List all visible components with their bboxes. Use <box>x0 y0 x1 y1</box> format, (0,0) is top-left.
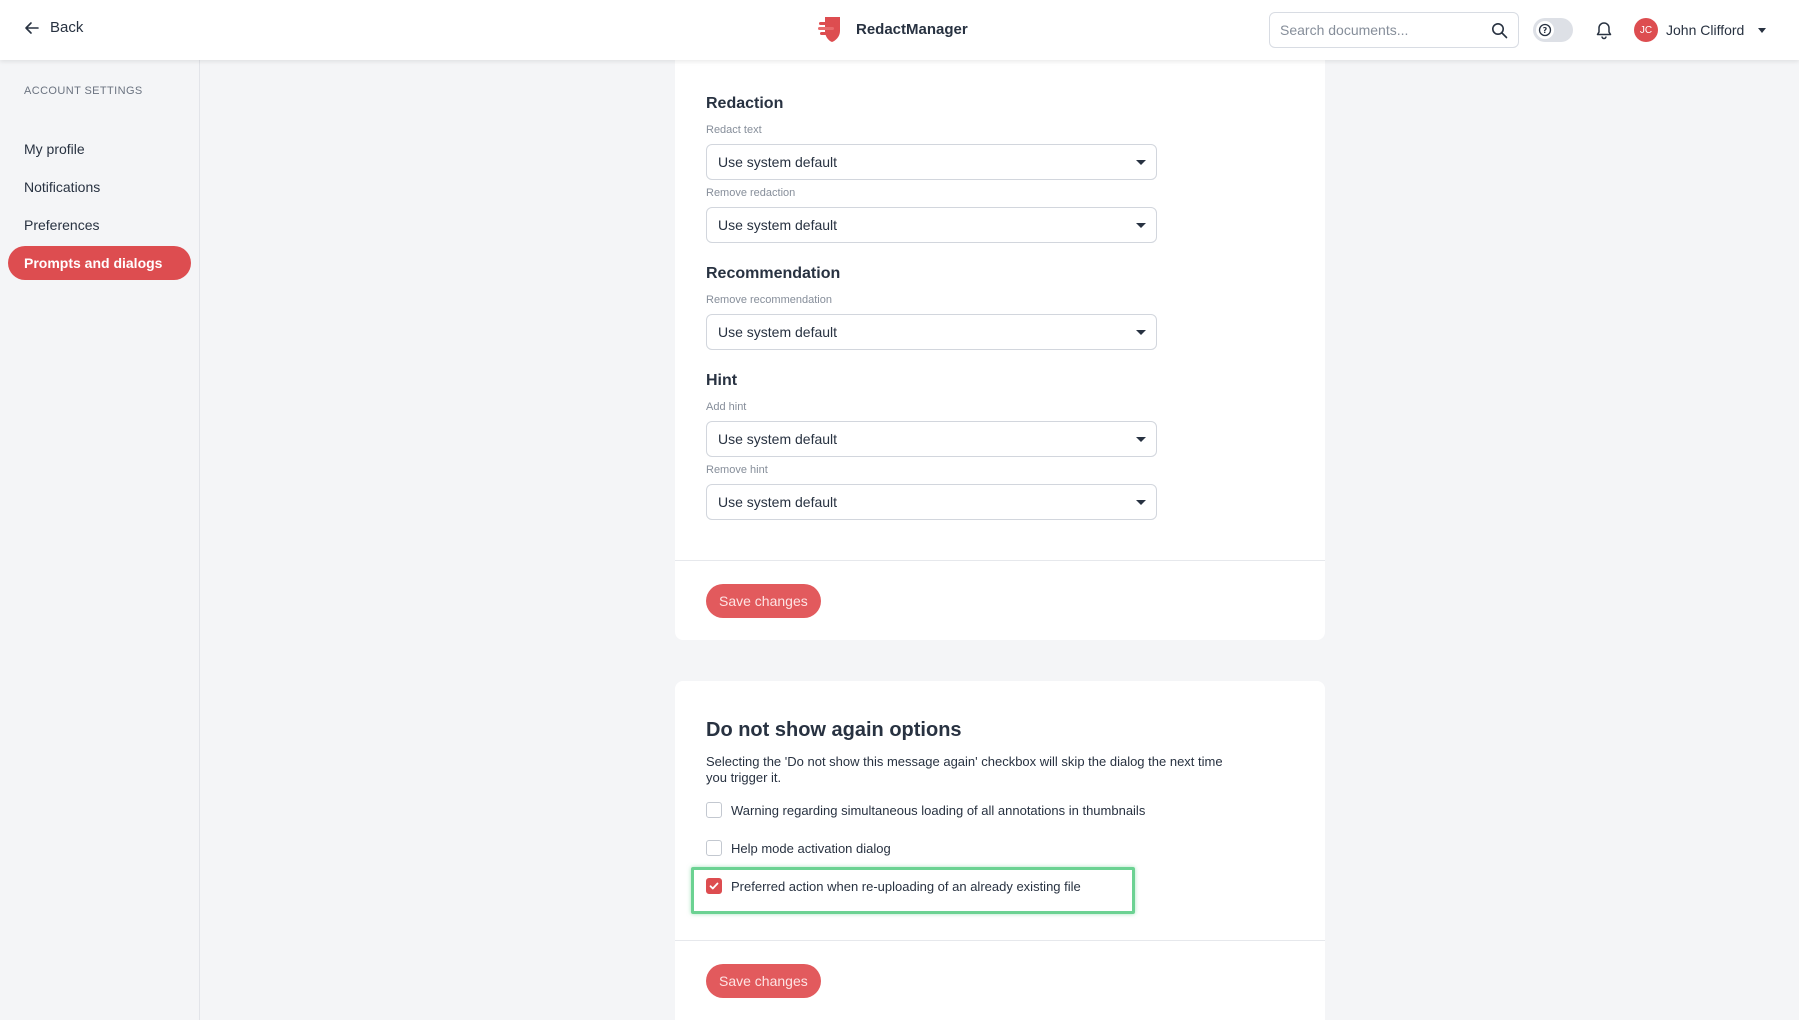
dialog-defaults-card: Redaction Redact text Use system default… <box>675 60 1325 640</box>
chevron-down-icon <box>1758 27 1767 33</box>
add-hint-value: Use system default <box>718 431 838 447</box>
thumbnail-warning-label: Warning regarding simultaneous loading o… <box>731 802 1146 818</box>
help-mode-dialog-checkbox[interactable] <box>706 840 722 856</box>
card-divider <box>675 560 1325 561</box>
settings-sidebar: ACCOUNT SETTINGS My profile Notification… <box>0 60 200 1020</box>
save-changes-button[interactable]: Save changes <box>706 584 821 618</box>
sidebar-item-my-profile[interactable]: My profile <box>8 132 191 166</box>
brand-name: RedactManager <box>856 20 968 38</box>
remove-recommendation-value: Use system default <box>718 324 838 340</box>
remove-recommendation-select[interactable]: Use system default <box>706 314 1157 350</box>
redact-text-select[interactable]: Use system default <box>706 144 1157 180</box>
sidebar-title: ACCOUNT SETTINGS <box>24 85 143 97</box>
top-header: Back RedactManager ? JC John Clifford <box>0 0 1799 60</box>
remove-redaction-label: Remove redaction <box>706 187 796 199</box>
remove-hint-label: Remove hint <box>706 464 768 476</box>
thumbnail-warning-checkbox[interactable] <box>706 802 722 818</box>
back-button[interactable]: Back <box>24 19 83 36</box>
redaction-section-title: Redaction <box>706 95 784 112</box>
svg-text:?: ? <box>1543 26 1548 35</box>
dropdown-arrow-icon <box>1136 160 1146 165</box>
redact-text-label: Redact text <box>706 124 762 136</box>
do-not-show-again-card: Do not show again options Selecting the … <box>675 681 1325 1020</box>
search-box[interactable] <box>1269 12 1519 48</box>
user-menu[interactable]: JC John Clifford <box>1634 18 1767 42</box>
redactmanager-logo-icon <box>818 17 840 42</box>
avatar: JC <box>1634 18 1658 42</box>
user-name: John Clifford <box>1666 22 1745 38</box>
remove-redaction-select[interactable]: Use system default <box>706 207 1157 243</box>
search-input[interactable] <box>1280 22 1491 38</box>
redact-text-value: Use system default <box>718 154 838 170</box>
arrow-left-icon <box>25 21 39 34</box>
reupload-action-label: Preferred action when re-uploading of an… <box>731 878 1081 894</box>
hint-section-title: Hint <box>706 372 738 389</box>
remove-hint-value: Use system default <box>718 494 838 510</box>
notifications-bell-icon[interactable] <box>1594 20 1614 40</box>
dropdown-arrow-icon <box>1136 330 1146 335</box>
reupload-action-option[interactable]: Preferred action when re-uploading of an… <box>706 878 1081 894</box>
dropdown-arrow-icon <box>1136 223 1146 228</box>
remove-recommendation-label: Remove recommendation <box>706 294 832 306</box>
remove-hint-select[interactable]: Use system default <box>706 484 1157 520</box>
recommendation-section-title: Recommendation <box>706 265 841 282</box>
help-mode-dialog-option[interactable]: Help mode activation dialog <box>706 840 891 856</box>
reupload-action-checkbox[interactable] <box>706 878 722 894</box>
help-icon: ? <box>1538 23 1552 37</box>
checkmark-icon <box>709 882 719 890</box>
sidebar-item-notifications[interactable]: Notifications <box>8 170 191 204</box>
do-not-show-description: Selecting the 'Do not show this message … <box>706 754 1223 785</box>
add-hint-select[interactable]: Use system default <box>706 421 1157 457</box>
save-changes-button[interactable]: Save changes <box>706 964 821 998</box>
do-not-show-title: Do not show again options <box>706 719 962 741</box>
sidebar-item-preferences[interactable]: Preferences <box>8 208 191 242</box>
toggle-knob: ? <box>1536 21 1554 39</box>
help-mode-toggle[interactable]: ? <box>1533 18 1573 42</box>
dropdown-arrow-icon <box>1136 437 1146 442</box>
add-hint-label: Add hint <box>706 401 747 413</box>
search-icon[interactable] <box>1491 22 1508 39</box>
back-label: Back <box>50 19 84 36</box>
brand-logo[interactable]: RedactManager <box>816 14 968 44</box>
card-divider <box>675 940 1325 941</box>
remove-redaction-value: Use system default <box>718 217 838 233</box>
dropdown-arrow-icon <box>1136 500 1146 505</box>
sidebar-item-prompts-and-dialogs[interactable]: Prompts and dialogs <box>8 246 191 280</box>
thumbnail-warning-option[interactable]: Warning regarding simultaneous loading o… <box>706 802 1145 818</box>
help-mode-dialog-label: Help mode activation dialog <box>731 840 891 856</box>
